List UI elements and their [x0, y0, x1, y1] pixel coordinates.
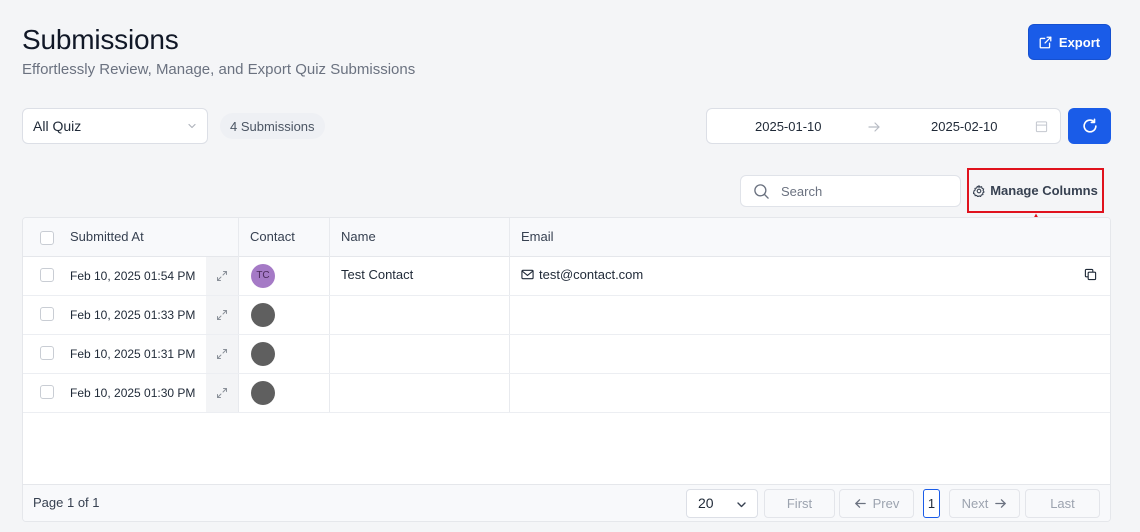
- table-header: Submitted At Contact Name Email: [23, 218, 1110, 257]
- table-row[interactable]: Feb 10, 2025 01:54 PM TC Test Contact te…: [23, 257, 1110, 296]
- row-checkbox[interactable]: [40, 346, 54, 360]
- table-row[interactable]: Feb 10, 2025 01:30 PM: [23, 374, 1110, 413]
- expand-icon: [217, 349, 227, 359]
- calendar-icon: [1035, 121, 1048, 133]
- pagination-bar: Page 1 of 1 20 First Prev 1 Next Last: [23, 484, 1110, 521]
- select-all-checkbox[interactable]: [40, 231, 54, 245]
- expand-button[interactable]: [206, 374, 238, 412]
- arrow-right-icon: [995, 499, 1007, 508]
- expand-icon: [217, 271, 227, 281]
- avatar[interactable]: [251, 381, 275, 405]
- chevron-down-icon: [188, 123, 196, 129]
- per-page-select[interactable]: 20: [686, 489, 758, 518]
- export-icon: [1039, 36, 1052, 48]
- gear-icon: [973, 184, 985, 197]
- submitted-at: Feb 10, 2025 01:31 PM: [70, 347, 196, 361]
- export-button-label: Export: [1058, 34, 1101, 50]
- row-checkbox[interactable]: [40, 385, 54, 399]
- refresh-button[interactable]: [1068, 108, 1111, 144]
- column-header-email[interactable]: Email: [521, 218, 554, 257]
- last-page-button[interactable]: Last: [1025, 489, 1100, 518]
- submission-count-badge: 4 Submissions: [220, 113, 325, 139]
- column-header-submitted-at[interactable]: Submitted At: [70, 218, 144, 257]
- column-header-contact[interactable]: Contact: [250, 218, 295, 257]
- prev-page-button[interactable]: Prev: [839, 489, 914, 518]
- table-row[interactable]: Feb 10, 2025 01:31 PM: [23, 335, 1110, 374]
- last-page-label: Last: [1050, 496, 1075, 511]
- next-page-label: Next: [961, 496, 989, 511]
- current-page-button[interactable]: 1: [923, 489, 940, 518]
- submitted-at: Feb 10, 2025 01:54 PM: [70, 269, 196, 283]
- column-header-name[interactable]: Name: [341, 218, 376, 257]
- copy-icon[interactable]: [1084, 268, 1097, 281]
- quiz-select[interactable]: All Quiz: [22, 108, 208, 144]
- page-info: Page 1 of 1: [33, 495, 100, 510]
- chevron-down-icon: [737, 502, 746, 508]
- contact-name: Test Contact: [341, 267, 414, 282]
- export-button[interactable]: Export: [1028, 24, 1111, 60]
- avatar[interactable]: TC: [251, 264, 275, 288]
- page-title: Submissions: [22, 24, 179, 55]
- avatar[interactable]: [251, 342, 275, 366]
- expand-button[interactable]: [206, 257, 238, 295]
- contact-email: test@contact.com: [521, 257, 643, 292]
- first-page-label: First: [786, 496, 813, 511]
- expand-button[interactable]: [206, 296, 238, 334]
- submissions-table: Submitted At Contact Name Email Feb 10, …: [22, 217, 1111, 522]
- per-page-value: 20: [698, 495, 714, 511]
- page-subtitle: Effortlessly Review, Manage, and Export …: [22, 61, 416, 78]
- search-input[interactable]: [781, 176, 951, 206]
- expand-icon: [217, 310, 227, 320]
- date-range-picker[interactable]: 2025-01-10 2025-02-10: [706, 108, 1061, 144]
- row-checkbox[interactable]: [40, 268, 54, 282]
- search-field[interactable]: [740, 175, 961, 207]
- expand-button[interactable]: [206, 335, 238, 373]
- search-icon: [754, 184, 769, 199]
- row-checkbox[interactable]: [40, 307, 54, 321]
- next-page-button[interactable]: Next: [949, 489, 1020, 518]
- quiz-select-value: All Quiz: [33, 118, 82, 134]
- expand-icon: [217, 388, 227, 398]
- date-end[interactable]: 2025-02-10: [931, 119, 998, 134]
- date-start[interactable]: 2025-01-10: [755, 119, 822, 134]
- arrow-right-icon: [868, 122, 880, 132]
- mail-icon: [521, 269, 534, 280]
- table-row[interactable]: Feb 10, 2025 01:33 PM: [23, 296, 1110, 335]
- email-text: test@contact.com: [539, 267, 644, 282]
- prev-page-label: Prev: [872, 496, 900, 511]
- submitted-at: Feb 10, 2025 01:30 PM: [70, 386, 196, 400]
- submitted-at: Feb 10, 2025 01:33 PM: [70, 308, 196, 322]
- manage-columns-button[interactable]: Manage Columns: [967, 168, 1104, 213]
- manage-columns-label: Manage Columns: [990, 183, 1098, 198]
- arrow-left-icon: [854, 499, 866, 508]
- refresh-icon: [1082, 118, 1097, 133]
- first-page-button[interactable]: First: [764, 489, 835, 518]
- avatar[interactable]: [251, 303, 275, 327]
